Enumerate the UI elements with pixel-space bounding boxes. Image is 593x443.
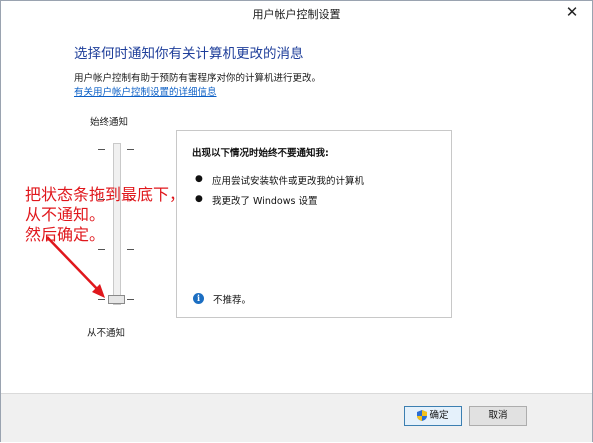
slider-tick [127, 249, 134, 250]
description-panel: 出现以下情况时始终不要通知我: ● 应用尝试安装软件或更改我的计算机 ● 我更改… [176, 130, 452, 318]
info-icon: i [193, 293, 204, 304]
bullet-icon: ● [195, 174, 203, 184]
slider-bottom-label: 从不通知 [87, 328, 126, 339]
title-bar: 用户帐户控制设置 ✕ [1, 1, 592, 25]
slider-tick [98, 149, 105, 150]
page-heading: 选择何时通知你有关计算机更改的消息 [74, 46, 304, 62]
uac-settings-window: 用户帐户控制设置 ✕ 选择何时通知你有关计算机更改的消息 用户帐户控制有助于预防… [0, 0, 593, 442]
slider-thumb[interactable] [108, 295, 125, 304]
red-annotation-text: 把状态条拖到最底下， 从不通知。 然后确定。 [25, 185, 186, 244]
panel-title: 出现以下情况时始终不要通知我: [192, 148, 329, 159]
window-title: 用户帐户控制设置 [252, 8, 341, 21]
slider-tick [98, 249, 105, 250]
learn-more-link[interactable]: 有关用户帐户控制设置的详细信息 [74, 84, 217, 98]
panel-item: 我更改了 Windows 设置 [212, 196, 318, 207]
cancel-button[interactable]: 取消 [469, 406, 527, 426]
close-button[interactable]: ✕ [562, 3, 582, 21]
ok-button[interactable]: 确定 [404, 406, 462, 426]
slider-tick [127, 299, 134, 300]
bullet-icon: ● [195, 194, 203, 204]
slider-tick [127, 149, 134, 150]
slider-top-label: 始终通知 [90, 117, 129, 128]
slider-tick [98, 299, 105, 300]
description-text: 用户帐户控制有助于预防有害程序对你的计算机进行更改。 [74, 73, 322, 84]
recommendation-note: 不推荐。 [213, 295, 252, 306]
panel-item: 应用尝试安装软件或更改我的计算机 [212, 176, 365, 187]
ok-button-label: 确定 [429, 410, 449, 421]
uac-shield-icon [417, 410, 428, 421]
